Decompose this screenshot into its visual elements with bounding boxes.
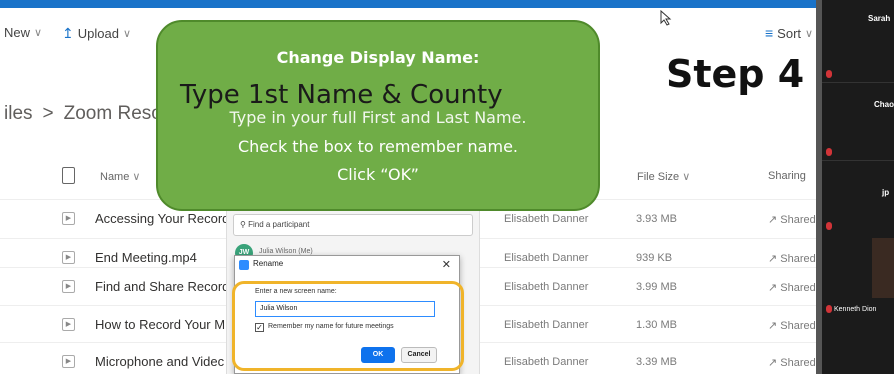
video-file-icon: ▶ [62,355,75,368]
chevron-down-icon: ∨ [132,171,141,183]
participant-tile-name: jp [882,188,890,197]
search-icon: ⚲ [240,220,246,229]
column-header-name[interactable]: Name ∨ [100,170,140,183]
file-name[interactable]: End Meeting.mp4 [95,250,197,265]
column-header-sharing[interactable]: Sharing [768,170,806,182]
callout-line-2: Check the box to remember name. [237,137,518,156]
chevron-down-icon: ∨ [805,27,814,40]
file-name[interactable]: How to Record Your M [95,317,225,332]
muted-mic-icon [826,222,832,230]
modified-by: Elisabeth Danner [504,281,589,293]
new-button[interactable]: New ∨ [4,25,42,40]
people-icon: ↗ [768,357,778,369]
people-icon: ↗ [768,282,778,294]
sharing-status: ↗ Shared [768,214,816,226]
instruction-callout: Change Display Name: Type in your full F… [156,20,600,211]
muted-mic-icon [826,148,832,156]
tile-divider [822,160,894,161]
file-size: 3.93 MB [636,213,677,225]
video-file-icon: ▶ [62,280,75,293]
breadcrumb-parent[interactable]: iles [4,103,33,125]
video-file-icon: ▶ [62,251,75,264]
file-size: 3.99 MB [636,281,677,293]
highlight-outline [232,281,464,371]
upload-icon: ↥ [62,25,74,41]
people-icon: ↗ [768,320,778,332]
file-name[interactable]: Microphone and Videc [95,354,224,369]
breadcrumb: iles > Zoom Resou [4,103,172,125]
muted-mic-icon [826,305,832,313]
muted-mic-icon [826,70,832,78]
dialog-title: Rename [253,259,284,268]
zoom-video-gallery: Sarah Chao jp Kenneth Dion [822,0,894,374]
video-file-icon: ▶ [62,318,75,331]
upload-button[interactable]: ↥ Upload ∨ [62,25,131,42]
file-type-icon [62,167,75,184]
sort-label: Sort [777,25,802,41]
file-name[interactable]: Accessing Your Record [95,211,229,226]
participant-tile-name: Chao [874,100,894,109]
file-size: 939 KB [636,252,673,264]
top-accent-bar [0,0,822,8]
chevron-down-icon: ∨ [122,28,131,40]
sort-icon: ≡ [765,25,774,41]
participant-tile-name: Kenneth Dion [834,306,877,313]
chevron-down-icon: ∨ [34,27,43,39]
modified-by: Elisabeth Danner [504,213,589,225]
close-icon[interactable]: ✕ [442,258,451,271]
people-icon: ↗ [768,214,778,226]
file-name[interactable]: Find and Share Record [95,279,229,294]
callout-line-3: Click “OK” [337,165,419,184]
participant-tile-name: Sarah [868,14,891,23]
file-size: 3.39 MB [636,356,677,368]
chevron-down-icon: ∨ [682,171,691,183]
new-label: New [4,25,31,40]
sort-button[interactable]: ≡ Sort ∨ [765,25,813,41]
tile-divider [822,82,894,83]
modified-by: Elisabeth Danner [504,356,589,368]
callout-line-1: Type in your full First and Last Name. [229,108,527,127]
modified-by: Elisabeth Danner [504,319,589,331]
participant-name: Julia Wilson (Me) [259,248,313,255]
mouse-cursor-icon [660,10,672,26]
people-icon: ↗ [768,253,778,265]
callout-title: Change Display Name: [276,48,480,67]
upload-label: Upload [77,26,119,41]
file-size: 1.30 MB [636,319,677,331]
column-header-file-size[interactable]: File Size ∨ [637,170,690,183]
sharing-status: ↗ Shared [768,320,816,332]
video-file-icon: ▶ [62,212,75,225]
breadcrumb-separator: > [42,103,54,124]
step-label: Step 4 [666,52,805,96]
sharing-status: ↗ Shared [768,253,816,265]
modified-by: Elisabeth Danner [504,252,589,264]
participant-video [872,238,894,298]
sharing-status: ↗ Shared [768,282,816,294]
overlay-instruction-text: Type 1st Name & County [180,80,503,110]
participant-search-input[interactable]: ⚲ Find a participant [233,214,473,236]
sharing-status: ↗ Shared [768,357,816,369]
